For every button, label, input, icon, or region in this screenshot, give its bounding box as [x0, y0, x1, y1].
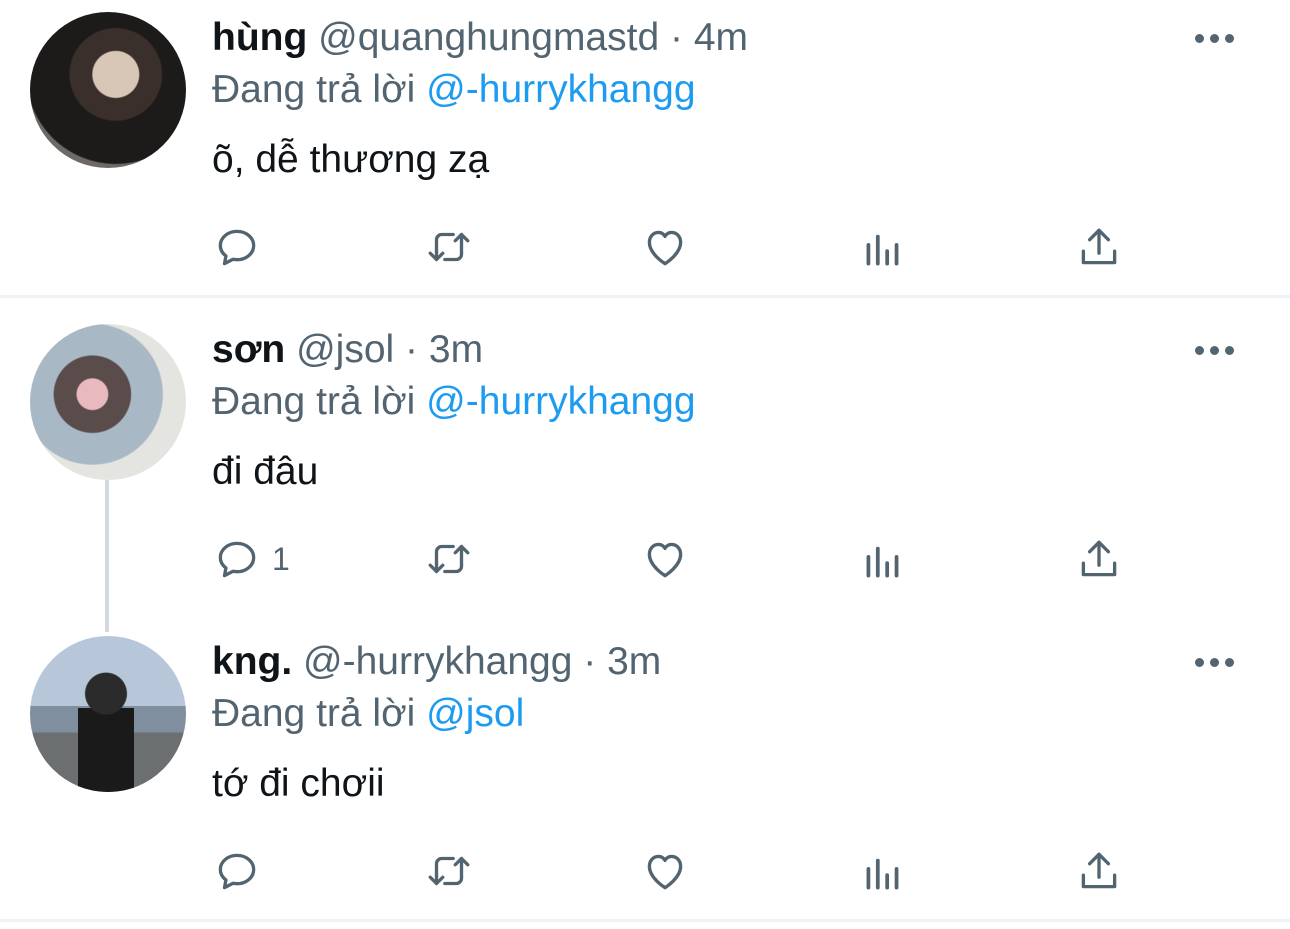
divider [0, 919, 1290, 922]
retweet-button[interactable] [424, 222, 474, 272]
share-button[interactable] [1074, 534, 1124, 584]
avatar[interactable] [30, 636, 186, 792]
heart-icon [647, 854, 683, 890]
heart-icon [647, 230, 683, 266]
share-icon [1081, 540, 1117, 577]
separator: · [583, 640, 597, 683]
timestamp[interactable]: 3m [429, 328, 483, 371]
tweet-text: đi đâu [212, 450, 319, 493]
avatar[interactable] [30, 324, 186, 480]
display-name[interactable]: kng. [212, 640, 292, 683]
tweet-text: õ, dễ thương zạ [212, 138, 490, 181]
like-button[interactable] [640, 534, 690, 584]
reply-icon [218, 853, 256, 890]
reply-count: 1 [272, 540, 290, 577]
display-name[interactable]: hùng [212, 16, 307, 59]
tweet-text: tớ đi chơii [212, 762, 385, 805]
analytics-button[interactable] [858, 846, 908, 896]
reply-icon [218, 229, 256, 266]
share-button[interactable] [1074, 222, 1124, 272]
username[interactable]: @jsol [296, 328, 394, 371]
analytics-icon [866, 234, 899, 266]
replying-label: Đang trả lời [212, 68, 416, 111]
analytics-button[interactable] [858, 222, 908, 272]
like-button[interactable] [640, 846, 690, 896]
more-icon[interactable] [1195, 34, 1235, 44]
tweet[interactable]: sơn @jsol · 3m Đang trả lời @-hurrykhang… [0, 296, 1290, 608]
like-button[interactable] [640, 222, 690, 272]
tweet-header: hùng @quanghungmastd · 4m [212, 14, 748, 62]
mention-link[interactable]: @-hurrykhangg [426, 68, 695, 111]
analytics-icon [866, 858, 899, 890]
retweet-icon [428, 232, 470, 262]
display-name[interactable]: sơn [212, 328, 285, 371]
action-bar [212, 222, 1132, 272]
reply-icon [218, 541, 256, 578]
reply-button[interactable] [212, 846, 272, 896]
replying-to: Đang trả lời @-hurrykhangg [212, 66, 696, 114]
tweet[interactable]: kng. @-hurrykhangg · 3m Đang trả lời @js… [0, 608, 1290, 920]
heart-icon [647, 542, 683, 578]
more-icon[interactable] [1195, 658, 1235, 668]
tweet-header: kng. @-hurrykhangg · 3m [212, 638, 661, 686]
replying-label: Đang trả lời [212, 692, 416, 735]
action-bar [212, 846, 1132, 896]
replying-label: Đang trả lời [212, 380, 416, 423]
mention-link[interactable]: @jsol [426, 692, 524, 735]
reply-button[interactable] [212, 222, 272, 272]
tweet-header: sơn @jsol · 3m [212, 326, 483, 374]
tweet[interactable]: hùng @quanghungmastd · 4m Đang trả lời @… [0, 0, 1290, 296]
separator: · [405, 328, 419, 371]
analytics-button[interactable] [858, 534, 908, 584]
timestamp[interactable]: 3m [607, 640, 661, 683]
replying-to: Đang trả lời @-hurrykhangg [212, 378, 696, 426]
action-bar: 1 [212, 534, 1132, 584]
reply-button[interactable]: 1 [212, 534, 290, 584]
analytics-icon [866, 546, 899, 578]
replying-to: Đang trả lời @jsol [212, 690, 524, 738]
username[interactable]: @-hurrykhangg [303, 640, 572, 683]
mention-link[interactable]: @-hurrykhangg [426, 380, 695, 423]
retweet-icon [428, 856, 470, 886]
timestamp[interactable]: 4m [694, 16, 748, 59]
share-icon [1081, 852, 1117, 889]
retweet-button[interactable] [424, 846, 474, 896]
avatar[interactable] [30, 12, 186, 168]
share-button[interactable] [1074, 846, 1124, 896]
more-icon[interactable] [1195, 346, 1235, 356]
username[interactable]: @quanghungmastd [318, 16, 659, 59]
retweet-button[interactable] [424, 534, 474, 584]
retweet-icon [428, 544, 470, 574]
separator: · [670, 16, 683, 59]
share-icon [1081, 228, 1117, 265]
